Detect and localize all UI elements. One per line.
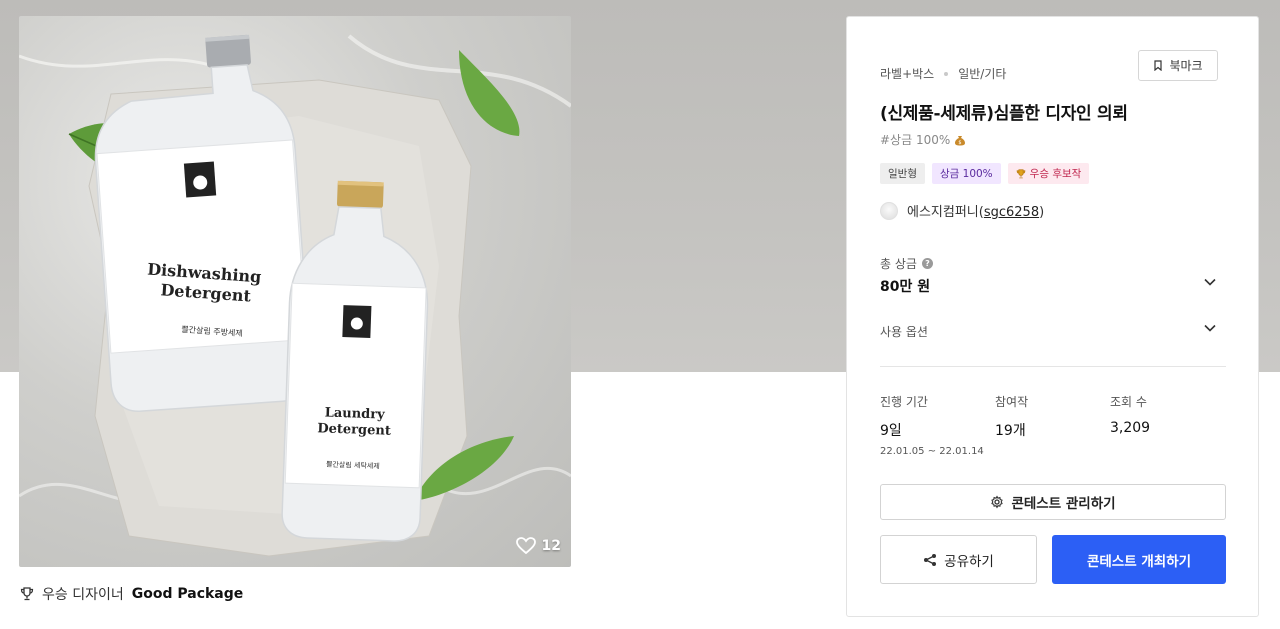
gear-icon — [991, 495, 1004, 509]
entries-value: 19개 — [995, 423, 1026, 439]
divider — [880, 366, 1226, 367]
designer-name[interactable]: Good Package — [132, 586, 244, 602]
money-bag-icon: $ — [955, 135, 966, 146]
like-count: 12 — [541, 538, 561, 554]
contest-tags: 일반형 상금 100% 우승 후보작 — [880, 163, 1090, 184]
bookmark-button[interactable]: 북마크 — [1138, 50, 1218, 81]
tag-candidate: 우승 후보작 — [1007, 163, 1090, 184]
total-prize-label: 총 상금 — [880, 257, 917, 271]
total-prize-label-row: 총 상금 ? — [880, 255, 933, 272]
stat-views: 조회 수 3,209 — [1110, 393, 1150, 436]
bottle-small-title-2: Detergent — [317, 421, 391, 439]
contest-hero-image[interactable]: Dishwashing Detergent 쁠간살림 주방세제 Laundry … — [19, 16, 571, 567]
views-label: 조회 수 — [1110, 395, 1147, 409]
leaf-right-top — [459, 50, 520, 136]
breadcrumb: 라벨+박스 일반/기타 — [880, 65, 1006, 82]
bookmark-icon — [1154, 60, 1163, 71]
heart-icon — [515, 537, 536, 555]
stat-entries: 참여작 19개 — [995, 393, 1028, 440]
share-label: 공유하기 — [944, 553, 994, 570]
trophy-icon — [20, 587, 34, 601]
designer-prefix: 우승 디자이너 — [42, 587, 124, 603]
entries-label: 참여작 — [995, 395, 1029, 409]
company-handle[interactable]: sgc6258 — [984, 205, 1039, 220]
share-icon — [924, 553, 937, 566]
client-company[interactable]: 에스지컴퍼니(sgc6258) — [880, 201, 1044, 220]
manage-contest-label: 콘테스트 관리하기 — [1011, 496, 1116, 512]
breadcrumb-category[interactable]: 라벨+박스 — [880, 65, 934, 82]
tag-type: 일반형 — [880, 163, 925, 184]
contest-info-card: 라벨+박스 일반/기타 북마크 (신제품-세제류)심플한 디자인 의뢰 #상금 … — [846, 16, 1259, 617]
total-prize-value: 80만 원 — [880, 279, 931, 295]
like-badge[interactable]: 12 — [515, 537, 561, 555]
period-label: 진행 기간 — [880, 395, 928, 409]
company-avatar — [880, 201, 898, 220]
winner-designer: 우승 디자이너 Good Package — [20, 584, 243, 604]
bottle-small-title-1: Laundry — [324, 405, 385, 422]
bookmark-label: 북마크 — [1169, 59, 1203, 73]
stat-period: 진행 기간 9일 22.01.05 ~ 22.01.14 — [880, 393, 984, 457]
views-value: 3,209 — [1110, 420, 1151, 436]
usage-option-label: 사용 옵션 — [880, 325, 928, 339]
manage-contest-button[interactable]: 콘테스트 관리하기 — [880, 484, 1226, 520]
chevron-down-icon[interactable] — [1204, 324, 1216, 332]
help-icon[interactable]: ? — [921, 258, 933, 269]
prize-hashtag: #상금 100% $ — [880, 131, 966, 148]
breadcrumb-separator — [944, 71, 949, 76]
trophy-icon — [1016, 168, 1025, 178]
svg-text:$: $ — [959, 140, 962, 146]
chevron-down-icon[interactable] — [1204, 278, 1216, 286]
open-contest-button[interactable]: 콘테스트 개최하기 — [1052, 535, 1226, 584]
period-value: 9일 — [880, 423, 902, 439]
tag-candidate-label: 우승 후보작 — [1029, 168, 1082, 180]
bottle-small-korean-label: 쁠간살림 세탁세제 — [326, 460, 380, 471]
period-range: 22.01.05 ~ 22.01.14 — [880, 446, 984, 457]
share-button[interactable]: 공유하기 — [880, 535, 1037, 584]
company-name: 에스지컴퍼니 — [907, 205, 979, 220]
tag-prize: 상금 100% — [931, 163, 1001, 184]
hashtag-text: #상금 100% — [880, 133, 951, 147]
contest-title: (신제품-세제류)심플한 디자인 의뢰 — [880, 104, 1128, 124]
product-photo-illustration: Dishwashing Detergent 쁠간살림 주방세제 Laundry … — [19, 34, 571, 557]
breadcrumb-subcategory[interactable]: 일반/기타 — [958, 65, 1006, 82]
